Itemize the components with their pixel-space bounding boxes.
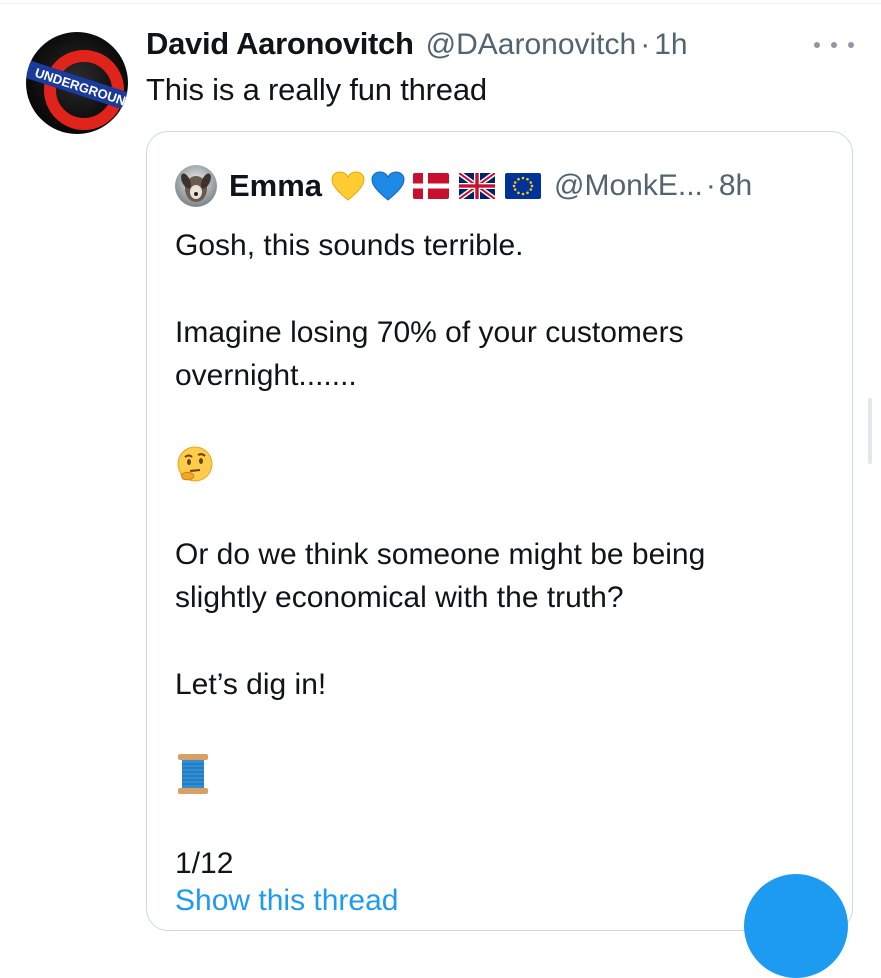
quote-line: Gosh, this sounds terrible. [175,229,524,262]
more-dot [848,42,854,48]
tweet-timestamp[interactable]: 1h [654,28,687,62]
author-handle[interactable]: @DAaronovitch [426,28,637,62]
tweet-text: This is a really fun thread [146,72,487,107]
quoted-tweet-body: Gosh, this sounds terrible. Imagine losi… [175,224,815,885]
quoted-display-name[interactable]: Emma [229,168,322,204]
underground-roundel-icon: UNDERGROUND [26,50,128,130]
uk-flag-icon [459,173,496,199]
quote-line: overnight....... [175,359,357,392]
author-avatar[interactable]: UNDERGROUND [26,32,128,134]
top-divider [0,3,881,4]
yellow-heart-icon [331,171,365,201]
thinking-face-icon [177,446,213,482]
show-thread-link[interactable]: Show this thread [175,884,398,918]
quote-line: Imagine losing 70% of your customers [175,316,684,349]
quote-line: Let’s dig in! [175,668,327,701]
compose-button[interactable] [744,874,848,978]
quote-line: slightly economical with the truth? [175,581,624,614]
blue-heart-icon [371,171,405,201]
denmark-flag-icon [413,173,450,199]
quoted-author-avatar[interactable] [175,165,217,207]
eu-flag-icon [505,173,542,199]
quote-line: Or do we think someone might be being [175,538,706,571]
more-options-icon[interactable] [814,30,854,60]
scrollbar-thumb[interactable] [868,398,872,464]
separator-dot: · [640,28,651,61]
author-display-name[interactable]: David Aaronovitch [146,26,414,62]
spool-of-thread-icon [178,754,208,794]
quoted-tweet-card[interactable]: Emma @MonkE... · 8h Gosh, this sounds te… [146,131,853,931]
more-dot [814,42,820,48]
quoted-handle[interactable]: @MonkE... [554,169,703,203]
quoted-timestamp[interactable]: 8h [719,169,752,203]
dog-face-icon [181,173,211,202]
more-dot [831,42,837,48]
tweet-header: David Aaronovitch @DAaronovitch · 1h [146,26,688,66]
separator-dot: · [705,169,716,202]
quoted-tweet-header: Emma @MonkE... · 8h [175,165,752,207]
thread-counter: 1/12 [175,847,234,880]
